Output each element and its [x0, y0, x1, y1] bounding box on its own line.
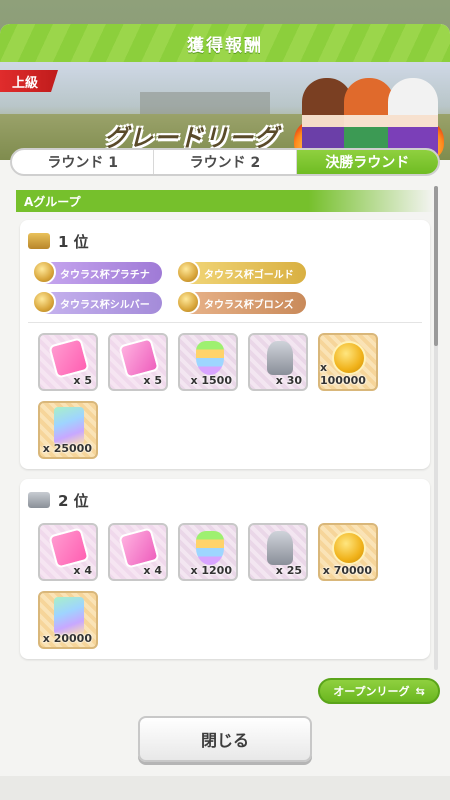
scrollbar-thumb[interactable] — [434, 186, 438, 346]
tab-round-1[interactable]: ラウンド 1 — [12, 150, 155, 174]
rank-title: 2 位 — [28, 487, 422, 513]
medal-icon — [176, 290, 200, 314]
reward-item[interactable]: x 30 — [248, 333, 308, 391]
badge-silver: タウラス杯シルバー — [32, 290, 162, 314]
reward-item[interactable]: x 25 — [248, 523, 308, 581]
dialog-title: 獲得報酬 — [0, 24, 450, 62]
rank-card-1: 1 位 タウラス杯プラチナ タウラス杯ゴールド タウラス杯シルバー タウラス杯ブ… — [20, 220, 430, 469]
statue-icon — [267, 341, 293, 375]
rainbow-card-icon — [54, 597, 84, 635]
reward-item[interactable]: x 25000 — [38, 401, 98, 459]
rank-card-2: 2 位 x 4 x 4 x 1200 x 25 x 70000 x 20000 — [20, 479, 430, 659]
tab-final-round[interactable]: 決勝ラウンド — [296, 150, 438, 174]
footer-bar — [0, 776, 450, 800]
group-header: Aグループ — [16, 190, 434, 212]
support-ticket-icon — [48, 337, 90, 379]
rank-label: 2 位 — [58, 491, 89, 510]
badge-platinum: タウラス杯プラチナ — [32, 260, 162, 284]
reward-item[interactable]: x 5 — [108, 333, 168, 391]
reward-item[interactable]: x 5 — [38, 333, 98, 391]
carrot-jewel-icon — [196, 341, 224, 375]
open-league-button[interactable]: オープンリーグ ⇆ — [318, 678, 440, 704]
reward-item[interactable]: x 100000 — [318, 333, 378, 391]
reward-item[interactable]: x 20000 — [38, 591, 98, 649]
reward-item[interactable]: x 4 — [38, 523, 98, 581]
silver-trophy-icon — [28, 492, 50, 508]
rank-label: 1 位 — [58, 232, 89, 251]
level-badge: 上級 — [0, 70, 58, 92]
round-tabs: ラウンド 1 ラウンド 2 決勝ラウンド — [10, 148, 440, 176]
reward-item[interactable]: x 4 — [108, 523, 168, 581]
reward-item[interactable]: x 70000 — [318, 523, 378, 581]
rewards-dialog: 獲得報酬 上級 グレードリーグ ラウンド 1 ラウンド 2 決勝ラウンド Aグル… — [0, 24, 450, 800]
gold-trophy-icon — [28, 233, 50, 249]
medal-icon — [176, 260, 200, 284]
reward-item[interactable]: x 1500 — [178, 333, 238, 391]
reward-items: x 4 x 4 x 1200 x 25 x 70000 x 20000 — [28, 513, 422, 649]
gacha-ticket-icon — [118, 337, 160, 379]
swap-icon: ⇆ — [415, 684, 425, 698]
medal-icon — [32, 260, 56, 284]
coin-icon — [332, 531, 366, 565]
league-banner: 上級 グレードリーグ — [0, 62, 450, 160]
reward-item[interactable]: x 1200 — [178, 523, 238, 581]
close-button[interactable]: 閉じる — [138, 716, 312, 762]
tab-round-2[interactable]: ラウンド 2 — [154, 150, 297, 174]
carrot-jewel-icon — [196, 531, 224, 565]
gacha-ticket-icon — [118, 527, 160, 569]
characters-illustration — [294, 68, 444, 160]
rank-title: 1 位 — [28, 228, 422, 254]
badge-bronze: タウラス杯ブロンズ — [176, 290, 306, 314]
rainbow-card-icon — [54, 407, 84, 445]
statue-icon — [267, 531, 293, 565]
rewards-list[interactable]: Aグループ 1 位 タウラス杯プラチナ タウラス杯ゴールド タウラス杯シルバー … — [12, 184, 434, 670]
scrollbar[interactable] — [434, 186, 438, 670]
medal-icon — [32, 290, 56, 314]
badge-gold: タウラス杯ゴールド — [176, 260, 306, 284]
support-ticket-icon — [48, 527, 90, 569]
reward-items: x 5 x 5 x 1500 x 30 x 100000 x 25000 — [28, 323, 422, 459]
title-badges: タウラス杯プラチナ タウラス杯ゴールド タウラス杯シルバー タウラス杯ブロンズ — [28, 254, 422, 323]
